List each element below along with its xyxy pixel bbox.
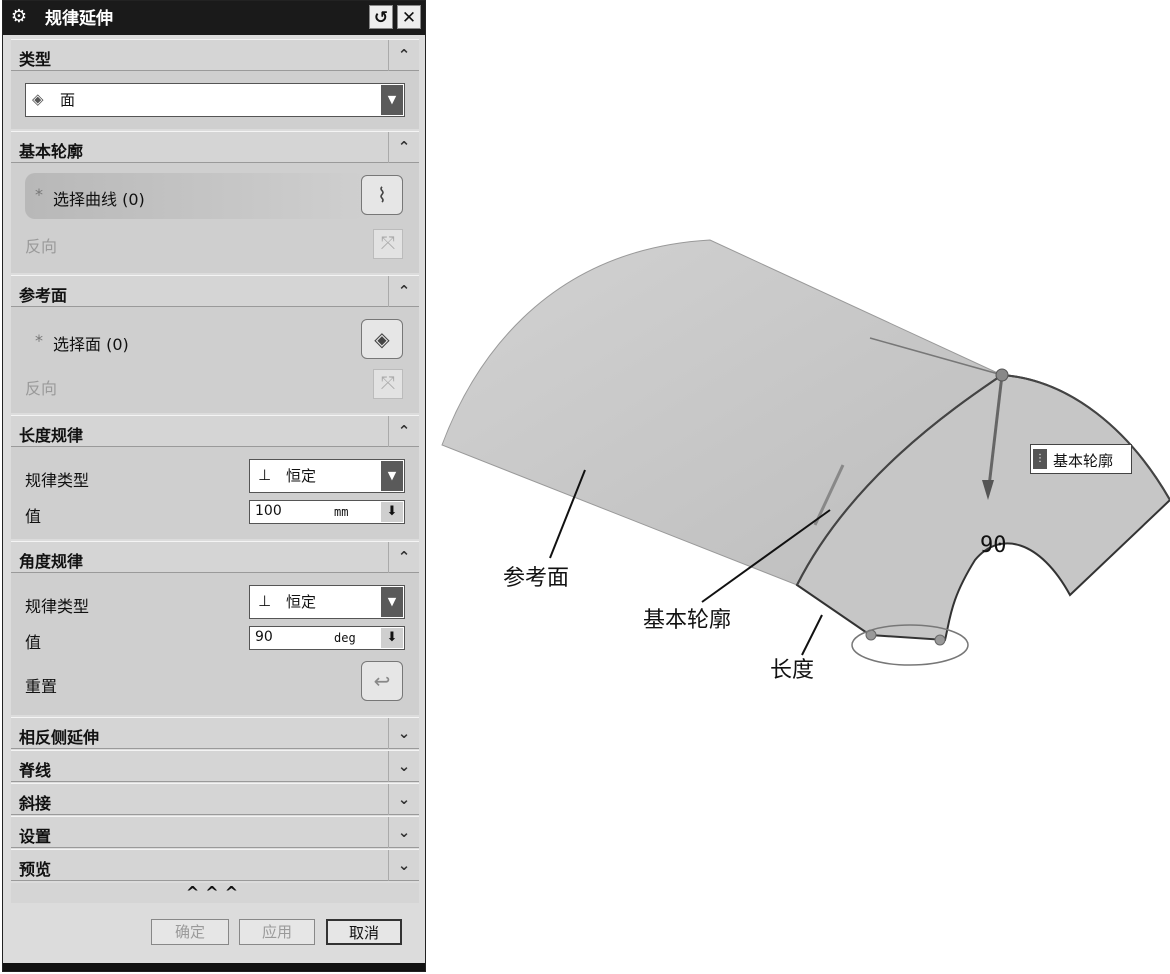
arrow-down-icon[interactable]: ⬇ bbox=[381, 628, 403, 648]
section-label: 相反侧延伸 bbox=[19, 728, 100, 747]
section-header-opposite-extension[interactable]: 相反侧延伸 ⌄ bbox=[11, 717, 419, 749]
apply-button[interactable]: 应用 bbox=[239, 919, 315, 945]
section-header-angle-law[interactable]: 角度规律 ⌃ bbox=[11, 541, 419, 573]
section-label: 基本轮廓 bbox=[19, 142, 84, 161]
tooltip-label: 基本轮廓 bbox=[1053, 452, 1114, 470]
section-label: 斜接 bbox=[19, 794, 52, 813]
required-asterisk: * bbox=[35, 185, 43, 204]
required-asterisk: * bbox=[35, 331, 43, 350]
dialog-bottom-bar bbox=[3, 963, 425, 971]
chevron-up-icon[interactable]: ⌃ bbox=[388, 40, 419, 71]
annotation-reference-face: 参考面 bbox=[503, 566, 570, 591]
cancel-button[interactable]: 取消 bbox=[326, 919, 402, 945]
value-label: 值 bbox=[25, 633, 42, 652]
type-select-value: 面 bbox=[60, 91, 76, 109]
reverse-direction-icon[interactable]: ⤧ bbox=[373, 229, 403, 259]
type-select[interactable]: ◈ 面 ▼ bbox=[25, 83, 405, 117]
law-type-label: 规律类型 bbox=[25, 471, 90, 490]
law-type-label: 规律类型 bbox=[25, 597, 90, 616]
handle-point[interactable] bbox=[934, 634, 946, 646]
more-options-toggle[interactable]: ^^^ bbox=[11, 883, 419, 903]
select-curve-row[interactable]: * 选择曲线 (0) bbox=[25, 173, 365, 219]
chevron-down-icon[interactable]: ▼ bbox=[381, 85, 403, 115]
law-extension-dialog: ⚙ 规律延伸 ↺ ✕ 类型 ⌃ ◈ 面 ▼ 基本轮廓 ⌃ * 选择曲线 (0) bbox=[2, 0, 426, 972]
reset-label: 重置 bbox=[25, 677, 58, 696]
section-label: 设置 bbox=[19, 827, 52, 846]
angle-law-type-select[interactable]: ⊥ 恒定 ▼ bbox=[249, 585, 405, 619]
annotation-length: 长度 bbox=[770, 658, 815, 683]
section-label: 脊线 bbox=[19, 761, 52, 780]
base-profile-tooltip: ⋮ 基本轮廓 bbox=[1030, 444, 1132, 474]
length-value-input[interactable]: 100 mm ⬇ bbox=[249, 500, 405, 524]
chevron-down-icon[interactable]: ⌄ bbox=[388, 850, 419, 881]
value-label: 值 bbox=[25, 507, 42, 526]
dialog-titlebar: ⚙ 规律延伸 ↺ ✕ bbox=[3, 1, 425, 35]
section-header-settings[interactable]: 设置 ⌄ bbox=[11, 816, 419, 848]
reverse-label: 反向 bbox=[25, 379, 58, 398]
chevron-up-icon[interactable]: ⌃ bbox=[388, 542, 419, 573]
chevron-down-icon[interactable]: ▼ bbox=[381, 587, 403, 617]
chevron-down-icon[interactable]: ⌄ bbox=[388, 784, 419, 815]
section-body-length-law: 规律类型 ⊥ 恒定 ▼ 值 100 mm ⬇ bbox=[11, 447, 419, 539]
select-face-label[interactable]: 选择面 (0) bbox=[53, 331, 129, 355]
face-icon: ◈ bbox=[32, 90, 44, 108]
face-select-icon[interactable]: ◈ bbox=[361, 319, 403, 359]
section-body-type: ◈ 面 ▼ bbox=[11, 71, 419, 129]
section-label: 长度规律 bbox=[19, 426, 84, 445]
dialog-title: 规律延伸 bbox=[45, 9, 113, 29]
angle-unit: deg bbox=[334, 631, 356, 645]
ok-button[interactable]: 确定 bbox=[151, 919, 229, 945]
angle-value-input[interactable]: 90 deg ⬇ bbox=[249, 626, 405, 650]
select-curve-label: 选择曲线 (0) bbox=[53, 190, 145, 209]
section-header-length-law[interactable]: 长度规律 ⌃ bbox=[11, 415, 419, 447]
length-value: 100 bbox=[255, 503, 282, 519]
section-header-reference[interactable]: 参考面 ⌃ bbox=[11, 275, 419, 307]
constant-law-icon: ⊥ bbox=[258, 466, 272, 484]
reverse-label: 反向 bbox=[25, 237, 58, 256]
angle-value: 90 bbox=[255, 629, 273, 645]
curve-select-icon[interactable]: ⌇ bbox=[361, 175, 403, 215]
gear-icon[interactable]: ⚙ bbox=[9, 7, 29, 27]
close-icon[interactable]: ✕ bbox=[397, 5, 421, 29]
chevron-up-icon[interactable]: ⌃ bbox=[388, 276, 419, 307]
section-body-angle-law: 规律类型 ⊥ 恒定 ▼ 值 90 deg ⬇ 重置 ↩ bbox=[11, 573, 419, 715]
section-header-type[interactable]: 类型 ⌃ bbox=[11, 39, 419, 71]
arrow-down-icon[interactable]: ⬇ bbox=[381, 502, 403, 522]
angle-value-label: 90 bbox=[980, 533, 1007, 558]
length-law-type-select[interactable]: ⊥ 恒定 ▼ bbox=[249, 459, 405, 493]
section-body-base-profile: * 选择曲线 (0) ⌇ 反向 ⤧ bbox=[11, 163, 419, 273]
constant-law-icon: ⊥ bbox=[258, 592, 272, 610]
reverse-direction-icon[interactable]: ⤧ bbox=[373, 369, 403, 399]
chevron-down-icon[interactable]: ⌄ bbox=[388, 718, 419, 749]
section-body-reference: * 选择面 (0) ◈ 反向 ⤧ bbox=[11, 307, 419, 413]
chevron-down-icon[interactable]: ⌄ bbox=[388, 817, 419, 848]
section-label: 预览 bbox=[19, 860, 52, 879]
chevron-up-icon[interactable]: ⌃ bbox=[388, 132, 419, 163]
chevron-down-icon[interactable]: ⌄ bbox=[388, 751, 419, 782]
section-label: 类型 bbox=[19, 50, 52, 69]
law-type-value: 恒定 bbox=[286, 593, 317, 611]
section-label: 参考面 bbox=[19, 286, 68, 305]
chevron-up-icon[interactable]: ⌃ bbox=[388, 416, 419, 447]
reset-icon[interactable]: ↩ bbox=[361, 661, 403, 701]
section-header-base-profile[interactable]: 基本轮廓 ⌃ bbox=[11, 131, 419, 163]
section-label: 角度规律 bbox=[19, 552, 84, 571]
section-header-preview[interactable]: 预览 ⌄ bbox=[11, 849, 419, 881]
section-header-miter[interactable]: 斜接 ⌄ bbox=[11, 783, 419, 815]
length-unit: mm bbox=[334, 505, 349, 519]
annotation-base-profile: 基本轮廓 bbox=[643, 608, 732, 633]
chevron-down-icon[interactable]: ▼ bbox=[381, 461, 403, 491]
reset-dialog-icon[interactable]: ↺ bbox=[369, 5, 393, 29]
leader-line bbox=[801, 614, 823, 656]
section-header-spine[interactable]: 脊线 ⌄ bbox=[11, 750, 419, 782]
law-type-value: 恒定 bbox=[286, 467, 317, 485]
grip-icon: ⋮ bbox=[1033, 449, 1047, 469]
handle-point[interactable] bbox=[995, 368, 1009, 382]
